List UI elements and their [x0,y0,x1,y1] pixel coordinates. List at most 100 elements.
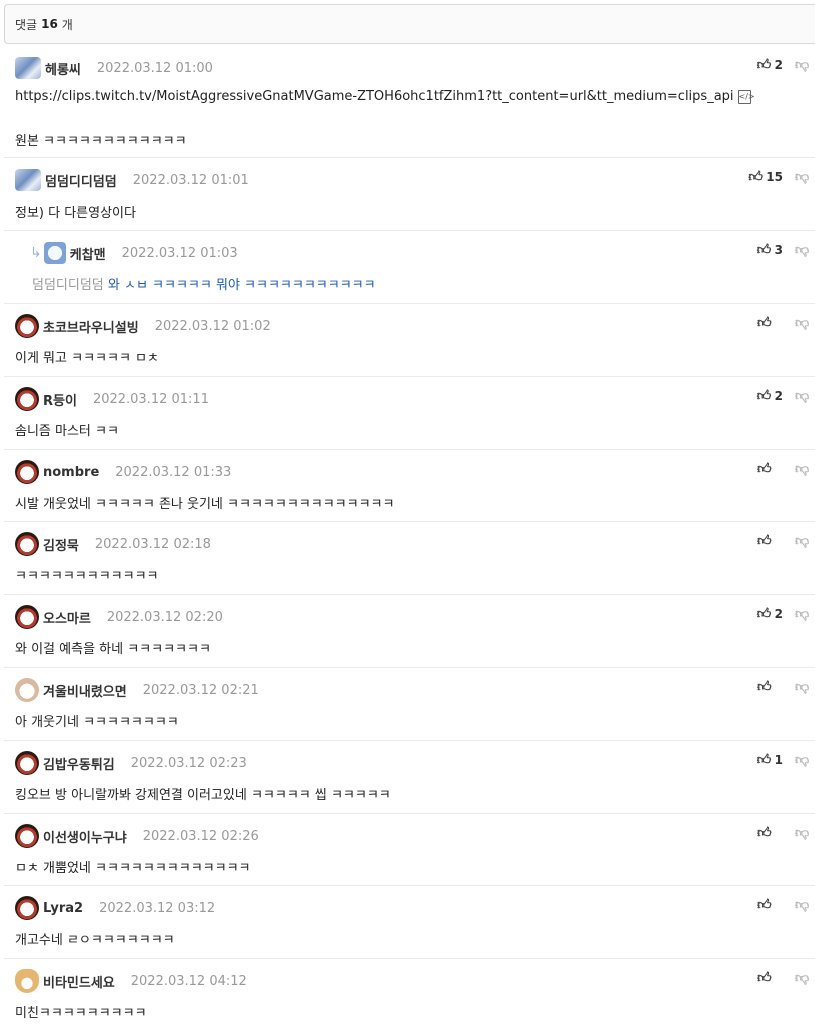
vote-box: 👍︎ 👎︎ [757,460,809,477]
comment-body: 이게 뭐고 ㅋㅋㅋㅋㅋ ㅁㅊ [15,351,159,366]
comment-count: 16 [41,17,58,31]
comment-body: 시발 개웃었네 ㅋㅋㅋㅋㅋ 존나 웃기네 ㅋㅋㅋㅋㅋㅋㅋㅋㅋㅋㅋㅋㅋㅋ [15,497,395,512]
thumbs-up-icon[interactable]: 👍︎ [757,532,772,549]
comment-author[interactable]: 덤덤디디덤덤 [45,171,117,190]
vote-box: 👍︎ 2 👎︎ [757,387,810,404]
comment-author[interactable]: 이선생이누구냐 [43,827,127,846]
puppy-avatar[interactable] [15,678,39,702]
comment-item: 겨울비내렸으면 2022.03.12 02:21 아 개웃기네 ㅋㅋㅋㅋㅋㅋㅋㅋ… [4,668,815,741]
comment-body-line2: 원본 ㅋㅋㅋㅋㅋㅋㅋㅋㅋㅋㅋㅋ [15,134,187,149]
comment-date: 2022.03.12 02:18 [94,536,211,552]
comment-item: 오스마르 2022.03.12 02:20 와 이걸 예측을 하네 ㅋㅋㅋㅋㅋㅋ… [4,595,815,668]
comment-author[interactable]: 오스마르 [43,608,91,627]
thumbs-down-icon[interactable]: 👎︎ [795,896,809,913]
thumbs-down-icon[interactable]: 👎︎ [795,56,809,73]
thumbs-down-icon[interactable]: 👎︎ [795,241,809,258]
comment-item: R등이 2022.03.12 01:11 솜니즘 마스터 ㅋㅋ 👍︎ 2 👎︎ [4,377,815,450]
thumbs-up-icon[interactable]: 👍︎ [757,387,772,404]
puppy-avatar[interactable] [15,824,39,848]
upvote-count: 2 [774,606,783,621]
thumbs-down-icon[interactable]: 👎︎ [795,168,809,185]
thumbs-up-icon[interactable]: 👍︎ [757,605,772,622]
thumbs-up-icon[interactable]: 👍︎ [757,969,772,986]
ghost-avatar[interactable] [43,242,66,264]
puppy-avatar[interactable] [15,896,39,920]
comment-author[interactable]: 비타민드세요 [43,972,115,991]
comment-date: 2022.03.12 02:23 [130,755,247,771]
vote-box: 👍︎ 3 👎︎ [757,241,810,258]
comment-body: 개고수네 ㄹㅇㅋㅋㅋㅋㅋㅋㅋ [15,933,175,948]
comment-body: 정보) 다 다른영상이다 [15,206,136,221]
thumbs-up-icon[interactable]: 👍︎ [757,460,772,477]
bird-avatar[interactable] [15,57,41,79]
open-link-icon[interactable]: </> [737,89,755,104]
upvote-count: 2 [774,388,783,403]
comment-body: 아 개웃기네 ㅋㅋㅋㅋㅋㅋㅋㅋ [15,715,179,730]
comment-date: 2022.03.12 01:11 [92,391,209,407]
comment-item: 헤롱씨 2022.03.12 01:00 https://clips.twitc… [4,46,815,158]
reply-text: 와 ㅅㅂ ㅋㅋㅋㅋㅋ 뭐야 ㅋㅋㅋㅋㅋㅋㅋㅋㅋㅋㅋ [107,278,376,293]
thumbs-up-icon[interactable]: 👍︎ [757,751,772,768]
vote-box: 👍︎ 👎︎ [757,678,809,695]
comment-item: 김밥우동튀김 2022.03.12 02:23 킹오브 방 아니랄까봐 강제연결… [4,741,815,814]
thumbs-down-icon[interactable]: 👎︎ [795,824,809,841]
vote-box: 👍︎ 2 👎︎ [757,56,810,73]
puppy-avatar[interactable] [15,314,39,338]
puppy-avatar[interactable] [15,387,39,411]
thumbs-down-icon[interactable]: 👎︎ [795,532,809,549]
vote-box: 👍︎ 👎︎ [757,532,809,549]
comment-item: 비타민드세요 2022.03.12 04:12 미친ㅋㅋㅋㅋㅋㅋㅋㅋㅋ 👍︎ 👎… [4,959,815,1027]
vote-box: 👍︎ 15 👎︎ [748,168,809,185]
comment-item: Lyra2 2022.03.12 03:12 개고수네 ㄹㅇㅋㅋㅋㅋㅋㅋㅋ 👍︎… [4,886,815,959]
puppy-avatar[interactable] [15,460,39,484]
upvote-count: 1 [774,752,783,767]
comment-link[interactable]: https://clips.twitch.tv/MoistAggressiveG… [15,89,734,104]
thumbs-up-icon[interactable]: 👍︎ [757,824,772,841]
thumbs-up-icon[interactable]: 👍︎ [757,314,772,331]
comment-item: 김정묵 2022.03.12 02:18 ㅋㅋㅋㅋㅋㅋㅋㅋㅋㅋㅋㅋ 👍︎ 👎︎ [4,522,815,595]
thumbs-down-icon[interactable]: 👎︎ [795,751,809,768]
bird-avatar[interactable] [15,169,41,191]
thumbs-up-icon[interactable]: 👍︎ [757,896,772,913]
thumbs-up-icon[interactable]: 👍︎ [748,168,763,185]
comment-date: 2022.03.12 04:12 [130,973,247,989]
fox-avatar[interactable] [15,969,39,993]
comment-date: 2022.03.12 01:33 [115,464,232,480]
comment-author[interactable]: R등이 [43,390,77,409]
puppy-avatar[interactable] [15,751,39,775]
comment-author[interactable]: 초코브라우니설빙 [43,317,139,336]
vote-box: 👍︎ 👎︎ [757,824,809,841]
thumbs-down-icon[interactable]: 👎︎ [795,969,809,986]
comment-author[interactable]: 케찹맨 [70,244,106,263]
puppy-avatar[interactable] [15,605,39,629]
comment-author[interactable]: Lyra2 [43,901,83,916]
vote-box: 👍︎ 2 👎︎ [757,605,810,622]
comment-item: 덤덤디디덤덤 2022.03.12 01:01 정보) 다 다른영상이다 👍︎ … [4,158,815,231]
comment-author[interactable]: 김밥우동튀김 [43,754,115,773]
comment-author[interactable]: 김정묵 [43,535,79,554]
comment-body: ㅋㅋㅋㅋㅋㅋㅋㅋㅋㅋㅋㅋ [15,569,159,584]
comment-date: 2022.03.12 03:12 [99,900,216,916]
comment-author[interactable]: nombre [43,465,99,480]
vote-box: 👍︎ 👎︎ [757,314,809,331]
thumbs-up-icon[interactable]: 👍︎ [757,241,772,258]
comment-author[interactable]: 헤롱씨 [45,59,81,78]
puppy-avatar[interactable] [15,532,39,556]
thumbs-up-icon[interactable]: 👍︎ [757,678,772,695]
thumbs-down-icon[interactable]: 👎︎ [795,605,809,622]
comment-body: https://clips.twitch.tv/MoistAggressiveG… [15,89,755,104]
comment-author[interactable]: 겨울비내렸으면 [43,681,127,700]
thumbs-down-icon[interactable]: 👎︎ [795,678,809,695]
upvote-count: 3 [774,242,783,257]
comment-date: 2022.03.12 02:21 [142,682,259,698]
thumbs-down-icon[interactable]: 👎︎ [795,314,809,331]
reply-item: ↳ 케찹맨 2022.03.12 01:03 덤덤디디덤덤 와 ㅅㅂ ㅋㅋㅋㅋㅋ… [4,231,815,304]
comment-date: 2022.03.12 02:20 [106,609,223,625]
thumbs-down-icon[interactable]: 👎︎ [795,460,809,477]
reply-arrow-icon: ↳ [30,245,42,261]
comment-body: 킹오브 방 아니랄까봐 강제연결 이러고있네 ㅋㅋㅋㅋㅋ 씹 ㅋㅋㅋㅋㅋ [15,788,391,803]
upvote-count: 2 [774,57,783,72]
comment-date: 2022.03.12 01:01 [132,172,249,188]
thumbs-up-icon[interactable]: 👍︎ [757,56,772,73]
thumbs-down-icon[interactable]: 👎︎ [795,387,809,404]
